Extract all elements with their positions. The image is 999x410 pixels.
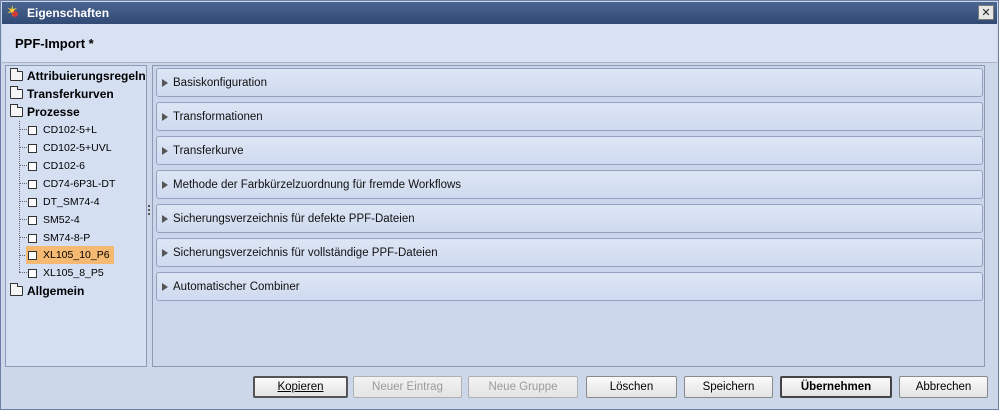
section-sicherung-defekt[interactable]: Sicherungsverzeichnis für defekte PPF-Da… [156, 204, 983, 233]
section-sicherung-vollstaendig[interactable]: Sicherungsverzeichnis für vollständige P… [156, 238, 983, 267]
window-title: Eigenschaften [27, 6, 110, 20]
app-icon: ✶ [6, 3, 22, 21]
tree-item-label: XL105_10_P6 [43, 249, 110, 261]
cancel-button[interactable]: Abbrechen [899, 376, 988, 398]
folder-icon [10, 68, 23, 81]
section-basiskonfiguration[interactable]: Basiskonfiguration [156, 68, 983, 97]
section-label: Transferkurve [173, 144, 244, 157]
tree-item-process[interactable]: SM74-8-P [28, 229, 90, 247]
section-automatischer-combiner[interactable]: Automatischer Combiner [156, 272, 983, 301]
tree-item-label: XL105_8_P5 [43, 267, 104, 279]
delete-button[interactable]: Löschen [586, 376, 677, 398]
section-label: Basiskonfiguration [173, 76, 267, 89]
document-icon [28, 250, 37, 260]
tree-item-label: Allgemein [27, 284, 85, 298]
tree-item-process[interactable]: CD102-6 [28, 157, 85, 175]
tree-item-process[interactable]: CD74-6P3L-DT [28, 175, 115, 193]
section-label: Sicherungsverzeichnis für vollständige P… [173, 246, 438, 259]
close-button[interactable]: ✕ [978, 5, 994, 20]
section-label: Sicherungsverzeichnis für defekte PPF-Da… [173, 212, 415, 225]
properties-window: ✶ Eigenschaften ✕ PPF-Import * Attribuie… [0, 0, 999, 410]
page-title: PPF-Import * [15, 36, 94, 51]
tree-item-prozesse[interactable]: Prozesse [10, 103, 80, 121]
tree-connector [19, 121, 20, 272]
tree-item-label: Attribuierungsregeln [27, 69, 146, 83]
new-group-button[interactable]: Neue Gruppe [468, 376, 578, 398]
expand-arrow-icon [162, 146, 168, 155]
apply-button[interactable]: Übernehmen [780, 376, 892, 398]
split-handle[interactable] [148, 205, 151, 219]
folder-icon [10, 283, 23, 296]
folder-icon [10, 86, 23, 99]
tree-item-label: DT_SM74-4 [43, 196, 100, 208]
expand-arrow-icon [162, 282, 168, 291]
document-icon [28, 143, 37, 153]
tree-item-process[interactable]: CD102-5+UVL [28, 139, 112, 157]
section-label: Transformationen [173, 110, 263, 123]
tree-item-transferkurven[interactable]: Transferkurven [10, 85, 114, 103]
document-icon [28, 161, 37, 171]
tree-item-label: CD74-6P3L-DT [43, 178, 116, 190]
tree-item-allgemein[interactable]: Allgemein [10, 282, 84, 300]
expand-arrow-icon [162, 214, 168, 223]
tree-item-process-selected[interactable]: XL105_10_P6 [26, 246, 114, 264]
settings-panel: Basiskonfiguration Transformationen Tran… [152, 65, 985, 367]
tree-item-label: CD102-6 [43, 160, 86, 172]
tree-item-label: CD102-5+L [43, 124, 97, 136]
tree-item-label: CD102-5+UVL [43, 142, 112, 154]
section-transformationen[interactable]: Transformationen [156, 102, 983, 131]
document-icon [28, 125, 37, 135]
document-icon [28, 268, 37, 278]
document-icon [28, 197, 37, 207]
tree-item-process[interactable]: SM52-4 [28, 211, 80, 229]
document-icon [28, 215, 37, 225]
save-button[interactable]: Speichern [684, 376, 773, 398]
tree-item-process[interactable]: DT_SM74-4 [28, 193, 100, 211]
document-icon [28, 179, 37, 189]
title-bar[interactable]: ✶ Eigenschaften ✕ [2, 2, 997, 24]
section-label: Automatischer Combiner [173, 280, 300, 293]
expand-arrow-icon [162, 112, 168, 121]
expand-arrow-icon [162, 78, 168, 87]
tree-item-label: SM52-4 [43, 214, 80, 226]
tree-item-label: Prozesse [27, 105, 80, 119]
new-entry-button[interactable]: Neuer Eintrag [353, 376, 462, 398]
section-label: Methode der Farbkürzelzuordnung für frem… [173, 178, 462, 191]
copy-button[interactable]: Kopieren [253, 376, 348, 398]
section-transferkurve[interactable]: Transferkurve [156, 136, 983, 165]
expand-arrow-icon [162, 248, 168, 257]
expand-arrow-icon [162, 180, 168, 189]
tree-item-attribuierungsregeln[interactable]: Attribuierungsregeln [10, 67, 146, 85]
tree-item-label: SM74-8-P [43, 232, 91, 244]
folder-open-icon [10, 104, 23, 117]
tree-item-label: Transferkurven [27, 87, 114, 101]
tree-item-process[interactable]: XL105_8_P5 [28, 264, 104, 282]
category-tree: Attribuierungsregeln Transferkurven Proz… [5, 65, 147, 367]
section-farbkuerzelzuordnung[interactable]: Methode der Farbkürzelzuordnung für frem… [156, 170, 983, 199]
tree-item-process[interactable]: CD102-5+L [28, 121, 97, 139]
header: PPF-Import * [2, 24, 997, 63]
document-icon [28, 233, 37, 243]
